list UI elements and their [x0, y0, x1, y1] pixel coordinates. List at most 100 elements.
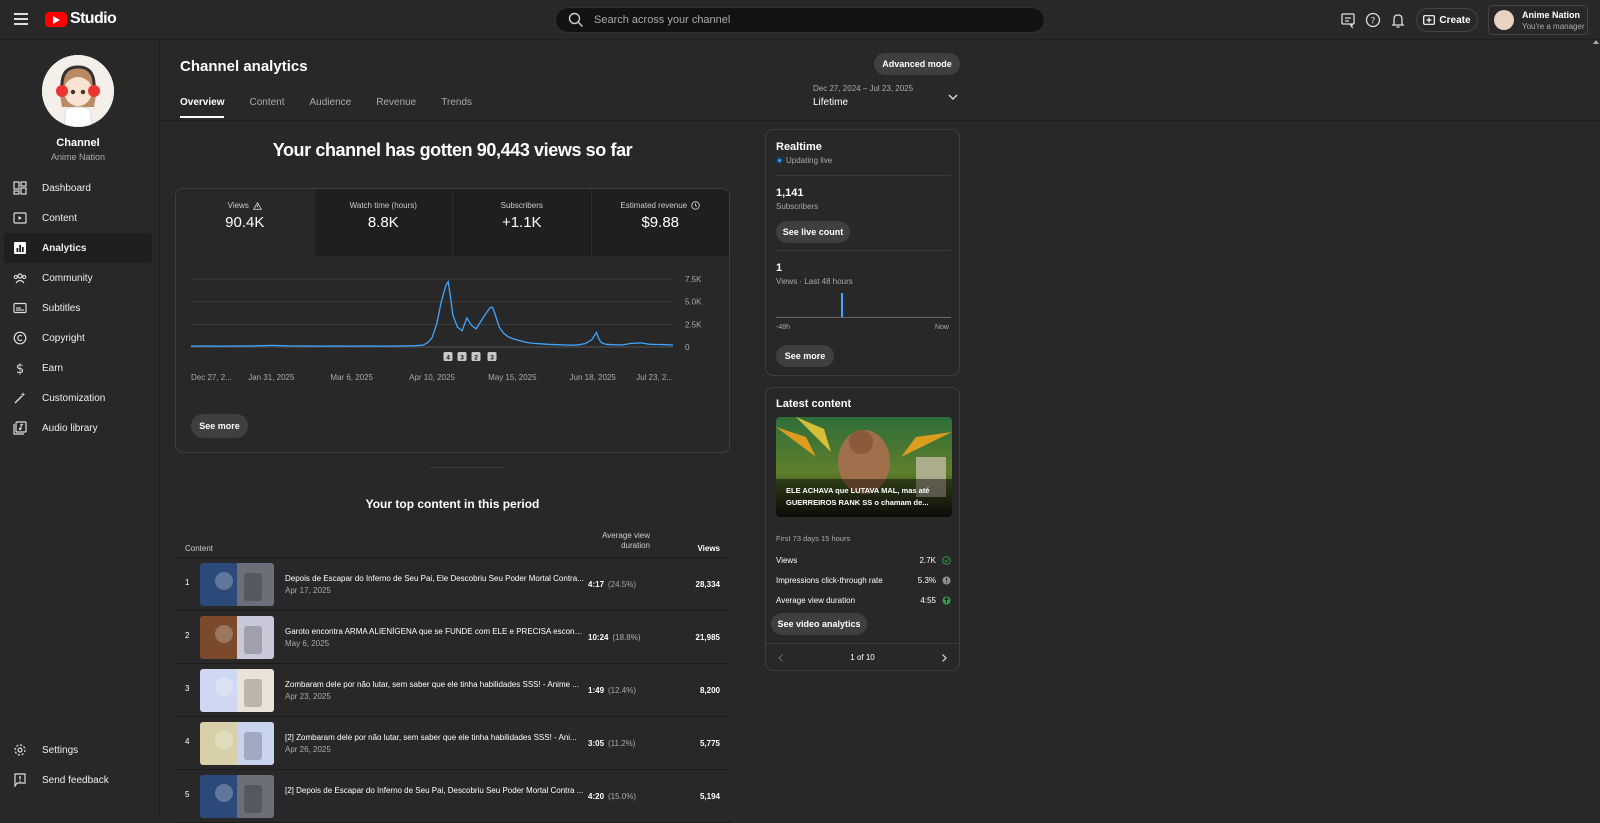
sidebar-item-customization[interactable]: Customization	[4, 383, 152, 413]
account-role: You're a manager	[1522, 21, 1585, 31]
latest-row-value: 4:55	[920, 596, 936, 605]
header-avg-view-duration[interactable]: Average view duration	[588, 531, 650, 551]
latest-video-thumbnail[interactable]: ELE ACHAVA que LUTAVA MAL, mas até GUERR…	[776, 417, 952, 517]
tab-audience[interactable]: Audience	[310, 97, 352, 118]
avg-view-duration: 3:05 (11.2%)	[588, 739, 650, 748]
copyright-icon	[13, 331, 27, 345]
video-thumbnail[interactable]	[200, 563, 274, 606]
video-title[interactable]: [2] Depois de Escapar do Inferno de Seu …	[285, 786, 585, 795]
realtime-subscriber-count: 1,141	[776, 187, 804, 199]
community-icon	[13, 273, 27, 284]
sidebar-item-send-feedback[interactable]: Send feedback	[4, 765, 152, 795]
tab-trends[interactable]: Trends	[441, 97, 472, 118]
realtime-bar	[841, 293, 843, 317]
see-video-analytics-button[interactable]: See video analytics	[771, 613, 867, 635]
sidebar-item-label: Earn	[42, 362, 64, 374]
table-row[interactable]: 5 [2] Depois de Escapar do Inferno de Seu…	[175, 770, 730, 823]
latest-pager: 1 of 10	[766, 650, 959, 666]
warning-icon	[252, 201, 262, 210]
sidebar-item-label: Community	[42, 272, 93, 284]
menu-icon[interactable]	[14, 13, 28, 25]
date-range-label: Lifetime	[813, 97, 849, 108]
page-scrollbar[interactable]	[1591, 40, 1600, 815]
metric-label: Subscribers	[500, 201, 543, 210]
account-switcher[interactable]: Anime Nation You're a manager	[1488, 5, 1588, 35]
help-icon[interactable]: ?	[1364, 11, 1382, 29]
tab-revenue[interactable]: Revenue	[376, 97, 416, 118]
create-button[interactable]: Create	[1416, 8, 1478, 32]
tab-overview[interactable]: Overview	[180, 97, 225, 118]
sidebar-item-earn[interactable]: $ Earn	[4, 353, 152, 383]
audio-library-icon	[13, 421, 27, 435]
sidebar-item-dashboard[interactable]: Dashboard	[4, 173, 152, 203]
metric-views[interactable]: Views 90.4K	[176, 189, 315, 256]
realtime-see-more-button[interactable]: See more	[776, 345, 834, 367]
video-title[interactable]: Zombaram dele por não lutar, sem saber q…	[285, 680, 585, 689]
realtime-status: Updating live	[776, 156, 832, 165]
video-thumbnail[interactable]	[200, 722, 274, 765]
sidebar-item-community[interactable]: Community	[4, 263, 152, 293]
scroll-up-arrow-icon[interactable]	[1593, 40, 1599, 44]
avd-time: 4:17	[588, 580, 605, 589]
sidebar-item-subtitles[interactable]: Subtitles	[4, 293, 152, 323]
studio-logo[interactable]: Studio	[45, 10, 117, 28]
advanced-mode-button[interactable]: Advanced mode	[874, 53, 960, 75]
latest-period: First 73 days 15 hours	[776, 534, 851, 543]
header-content: Content	[185, 544, 214, 553]
realtime-bar-chart[interactable]	[776, 293, 951, 318]
views-line-chart[interactable]: 0 2.5K 5.0K 7.5K Dec 27, 2... Jan 31, 2025 Mar…	[176, 256, 730, 406]
latest-content-title: Latest content	[776, 398, 852, 410]
top-bar: Studio ? Create Anime Nation You're a ma…	[0, 0, 1600, 40]
video-title[interactable]: Garoto encontra ARMA ALIENÍGENA que se F…	[285, 627, 585, 636]
channel-avatar[interactable]	[42, 55, 114, 127]
table-row[interactable]: 1 Depois de Escapar do Inferno de Seu Pai…	[175, 558, 730, 611]
realtime-subscriber-label: Subscribers	[776, 202, 819, 211]
comments-icon[interactable]	[1339, 11, 1357, 29]
row-rank: 2	[185, 631, 190, 640]
tab-content[interactable]: Content	[249, 97, 284, 118]
date-range-picker[interactable]: Dec 27, 2024 – Jul 23, 2025 Lifetime	[813, 84, 958, 110]
avg-view-duration: 4:20 (15.0%)	[588, 792, 650, 801]
realtime-views-count: 1	[776, 262, 783, 274]
metric-label: Estimated revenue	[620, 201, 688, 210]
sidebar-item-label: Copyright	[42, 332, 85, 344]
row-rank: 1	[185, 578, 190, 587]
search-bar[interactable]	[555, 7, 1045, 33]
views-headline: Your channel has gotten 90,443 views so …	[272, 140, 633, 160]
x-tick-label: Dec 27, 2...	[191, 373, 232, 382]
header-views[interactable]: Views	[697, 544, 720, 553]
sidebar-item-audio-library[interactable]: Audio library	[4, 413, 152, 443]
realtime-status-text: Updating live	[786, 156, 833, 165]
metric-revenue[interactable]: Estimated revenue $9.88	[591, 189, 729, 256]
realtime-axis-start: -48h	[776, 324, 791, 331]
sidebar-item-analytics[interactable]: Analytics	[4, 233, 152, 263]
metric-subscribers[interactable]: Subscribers +1.1K	[453, 189, 592, 256]
table-row[interactable]: 3 Zombaram dele por não lutar, sem saber …	[175, 664, 730, 717]
table-row[interactable]: 4 [2] Zombaram dele por não lutar, sem sa…	[175, 717, 730, 770]
metric-watch-time[interactable]: Watch time (hours) 8.8K	[314, 189, 453, 256]
table-row[interactable]: 2 Garoto encontra ARMA ALIENÍGENA que se …	[175, 611, 730, 664]
see-live-count-button[interactable]: See live count	[776, 221, 850, 243]
chevron-right-icon[interactable]	[939, 653, 949, 663]
sidebar-item-settings[interactable]: Settings	[4, 735, 152, 765]
video-views: 28,334	[695, 580, 720, 589]
video-date: May 6, 2025	[285, 639, 330, 648]
sidebar-item-copyright[interactable]: Copyright	[4, 323, 152, 353]
create-video-icon	[1423, 15, 1436, 25]
anime-avatar-icon	[42, 55, 114, 127]
search-input[interactable]	[594, 14, 1014, 26]
latest-row-ctr: Impressions click-through rate 5.3%	[776, 576, 951, 585]
avg-view-duration: 10:24 (18.8%)	[588, 633, 650, 642]
live-dot-icon	[776, 157, 783, 164]
sidebar-item-content[interactable]: Content	[4, 203, 152, 233]
subtitles-icon	[13, 302, 27, 314]
video-thumbnail[interactable]	[200, 669, 274, 712]
video-views: 8,200	[699, 686, 720, 695]
video-title[interactable]: Depois de Escapar do Inferno de Seu Pai,…	[285, 574, 585, 583]
bell-icon[interactable]	[1389, 11, 1407, 29]
video-title[interactable]: [2] Zombaram dele por não lutar, sem sab…	[285, 733, 585, 742]
video-thumbnail[interactable]	[200, 775, 274, 818]
video-thumbnail[interactable]	[200, 616, 274, 659]
see-more-button[interactable]: See more	[191, 414, 248, 438]
metric-tabs: Views 90.4K Watch time (hours) 8.8K Subs…	[176, 189, 729, 256]
